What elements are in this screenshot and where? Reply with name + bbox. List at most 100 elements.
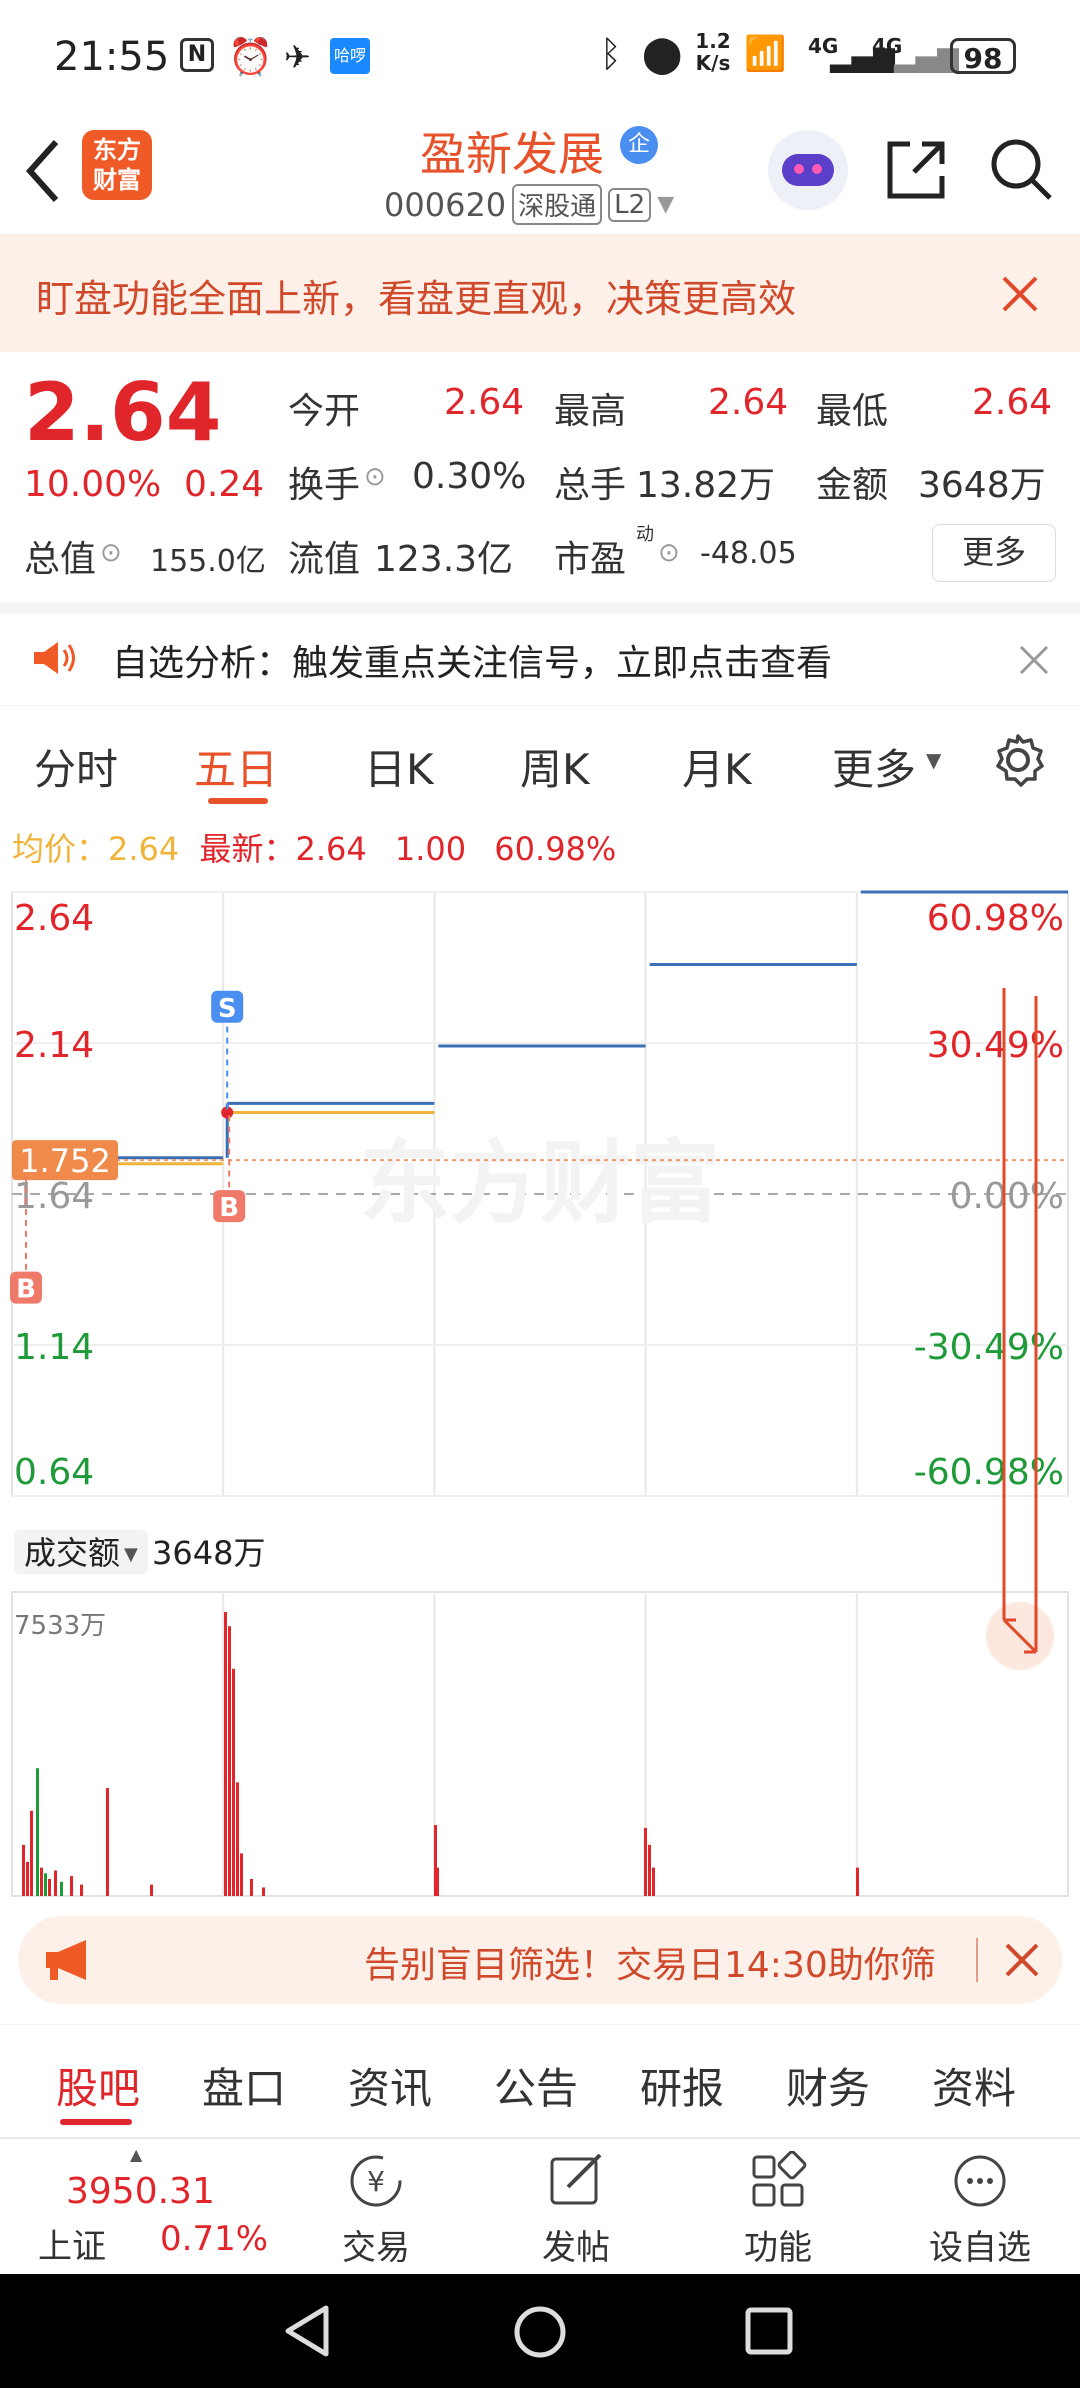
system-nav-bar — [0, 2274, 1080, 2388]
watchlist-notice[interactable]: 自选分析：触发重点关注信号，立即点击查看 — [0, 602, 1080, 706]
tab-five-day[interactable]: 五日 — [194, 736, 278, 797]
volume-value: 13.82万 — [636, 465, 776, 506]
volume-bar — [262, 1887, 265, 1896]
active-tab-indicator — [208, 798, 268, 804]
tab-order-book[interactable]: 盘口 — [202, 2055, 286, 2116]
tab-weekly-k[interactable]: 周K — [520, 736, 590, 797]
edit-icon — [550, 2153, 602, 2205]
share-icon[interactable] — [884, 138, 948, 202]
tab-research[interactable]: 研报 — [640, 2055, 724, 2116]
back-arrow-icon[interactable] — [22, 136, 62, 206]
kline-tabs: 分时 五日 日K 周K 月K 更多 ▼ — [0, 706, 1080, 817]
nfc-icon: N — [180, 38, 214, 72]
wifi-icon: 📶 — [744, 34, 787, 74]
nav-back-icon[interactable] — [282, 2304, 332, 2358]
dropdown-icon: ▼ — [657, 192, 675, 217]
post-button[interactable]: 发帖 — [506, 2151, 646, 2269]
float-value-label: 流值 — [288, 539, 361, 580]
volume-bar — [856, 1867, 859, 1896]
index-change: 0.71% — [160, 2219, 269, 2259]
search-icon[interactable] — [988, 136, 1054, 202]
yen-icon: ¥ — [350, 2155, 402, 2207]
bottom-toolbar: ▲ 3950.31 上证 0.71% ¥ 交易 发帖 功能 设自选 — [0, 2138, 1080, 2275]
speaker-icon — [34, 642, 75, 674]
open-label: 今开 — [288, 391, 361, 432]
volume-selector-label: 成交额 — [24, 1534, 120, 1572]
turnover-value: 0.30% — [412, 456, 527, 497]
stock-code-row[interactable]: 000620 深股通 L2 ▼ — [384, 184, 674, 225]
close-icon[interactable] — [1000, 274, 1040, 314]
open-value: 2.64 — [444, 382, 525, 423]
buy-signal-label: B — [16, 1275, 36, 1305]
close-icon[interactable] — [1018, 644, 1050, 676]
eastmoney-logo[interactable]: 东方 财富 — [82, 130, 152, 200]
function-label: 功能 — [744, 2228, 812, 2268]
tab-daily-k[interactable]: 日K — [364, 736, 434, 797]
info-icon[interactable]: ⊙ — [364, 462, 386, 492]
post-label: 发帖 — [542, 2228, 610, 2268]
buy-signal-label: B — [219, 1193, 239, 1223]
close-icon[interactable] — [1004, 1942, 1040, 1978]
turnover-label: 换手 — [288, 465, 361, 506]
ad-bar[interactable]: 告别盲目筛选！交易日14:30助你筛 — [18, 1916, 1062, 2004]
expand-icon — [1002, 988, 1038, 1654]
chevron-down-icon: ▼ — [124, 1544, 138, 1565]
latest-value: 2.64 — [295, 830, 367, 868]
y-tick-right: 0.00% — [950, 1176, 1064, 1217]
tab-guba[interactable]: 股吧 — [56, 2055, 140, 2116]
tab-profile[interactable]: 资料 — [932, 2055, 1016, 2116]
hello-app-icon: 哈啰 — [330, 38, 370, 74]
volume-bar — [80, 1884, 83, 1896]
info-icon[interactable]: ⊙ — [100, 538, 122, 568]
y-tick-right: -30.49% — [914, 1327, 1064, 1368]
grid-icon — [752, 2150, 807, 2207]
volume-bar — [648, 1844, 651, 1896]
amount-value: 3648万 — [918, 465, 1046, 506]
assistant-avatar[interactable] — [768, 130, 848, 210]
tab-more[interactable]: 更多 — [832, 736, 916, 797]
price-chart-svg: 2.64 60.98%2.14 30.49%1.64 0.00%1.14 -30.49%… — [10, 890, 1069, 1897]
trade-button[interactable]: ¥ 交易 — [306, 2151, 446, 2269]
stock-name: 盈新发展 — [420, 127, 604, 181]
battery-icon: 98 — [950, 38, 1016, 75]
svg-text:¥: ¥ — [367, 2165, 385, 2198]
add-watchlist-button[interactable]: 设自选 — [910, 2151, 1050, 2269]
y-tick-left: 2.64 — [14, 898, 94, 939]
five-day-chart[interactable]: 均价：2.64 最新：2.64 1.00 60.98% 2.64 60.98% 2.… — [0, 816, 1080, 1897]
volume-bar — [436, 1867, 439, 1896]
send-icon: ✈ — [284, 38, 311, 76]
net-speed: 1.2 K/s — [695, 29, 731, 75]
nav-home-icon[interactable] — [512, 2304, 568, 2360]
volume-bar — [228, 1626, 231, 1896]
tab-intraday[interactable]: 分时 — [34, 736, 118, 797]
low-label: 最低 — [816, 391, 889, 432]
volume-bar — [40, 1867, 43, 1896]
function-button[interactable]: 功能 — [708, 2150, 848, 2269]
index-ticker[interactable]: ▲ 3950.31 上证 0.71% — [30, 2145, 270, 2267]
nav-recents-icon[interactable] — [744, 2306, 794, 2356]
change-amount: 0.24 — [184, 464, 265, 505]
info-icon[interactable]: ⊙ — [658, 538, 680, 568]
volume-bar — [22, 1844, 25, 1896]
high-value: 2.64 — [708, 382, 789, 423]
volume-bar — [106, 1788, 109, 1896]
trade-label: 交易 — [342, 2228, 410, 2268]
total-value: 155.0亿 — [150, 544, 266, 579]
volume-bar — [60, 1881, 63, 1896]
y-tick-left: 0.64 — [14, 1452, 94, 1493]
tab-finance[interactable]: 财务 — [786, 2055, 870, 2116]
chevron-down-icon: ▼ — [926, 748, 942, 772]
tab-monthly-k[interactable]: 月K — [682, 736, 752, 797]
volume-max-label: 7533万 — [14, 1611, 106, 1641]
alarm-icon: ⏰ — [228, 37, 273, 78]
more-dots-icon — [954, 2155, 1006, 2207]
tab-news[interactable]: 资讯 — [348, 2055, 432, 2116]
promo-banner[interactable]: 盯盘功能全面上新，看盘更直观，决策更高效 — [0, 234, 1080, 352]
tab-announcements[interactable]: 公告 — [494, 2055, 578, 2116]
y-tick-right: 60.98% — [927, 898, 1064, 939]
status-bar: 21:55 N ⏰ ✈ 哈啰 ᛒ ⬤ 1.2 K/s 📶 4G ▂▄▆ 4G ▂▄… — [0, 0, 1080, 112]
volume-bar — [150, 1884, 153, 1896]
more-button[interactable]: 更多 — [932, 524, 1056, 582]
gear-icon[interactable] — [990, 732, 1046, 788]
enterprise-badge: 企 — [620, 126, 658, 164]
